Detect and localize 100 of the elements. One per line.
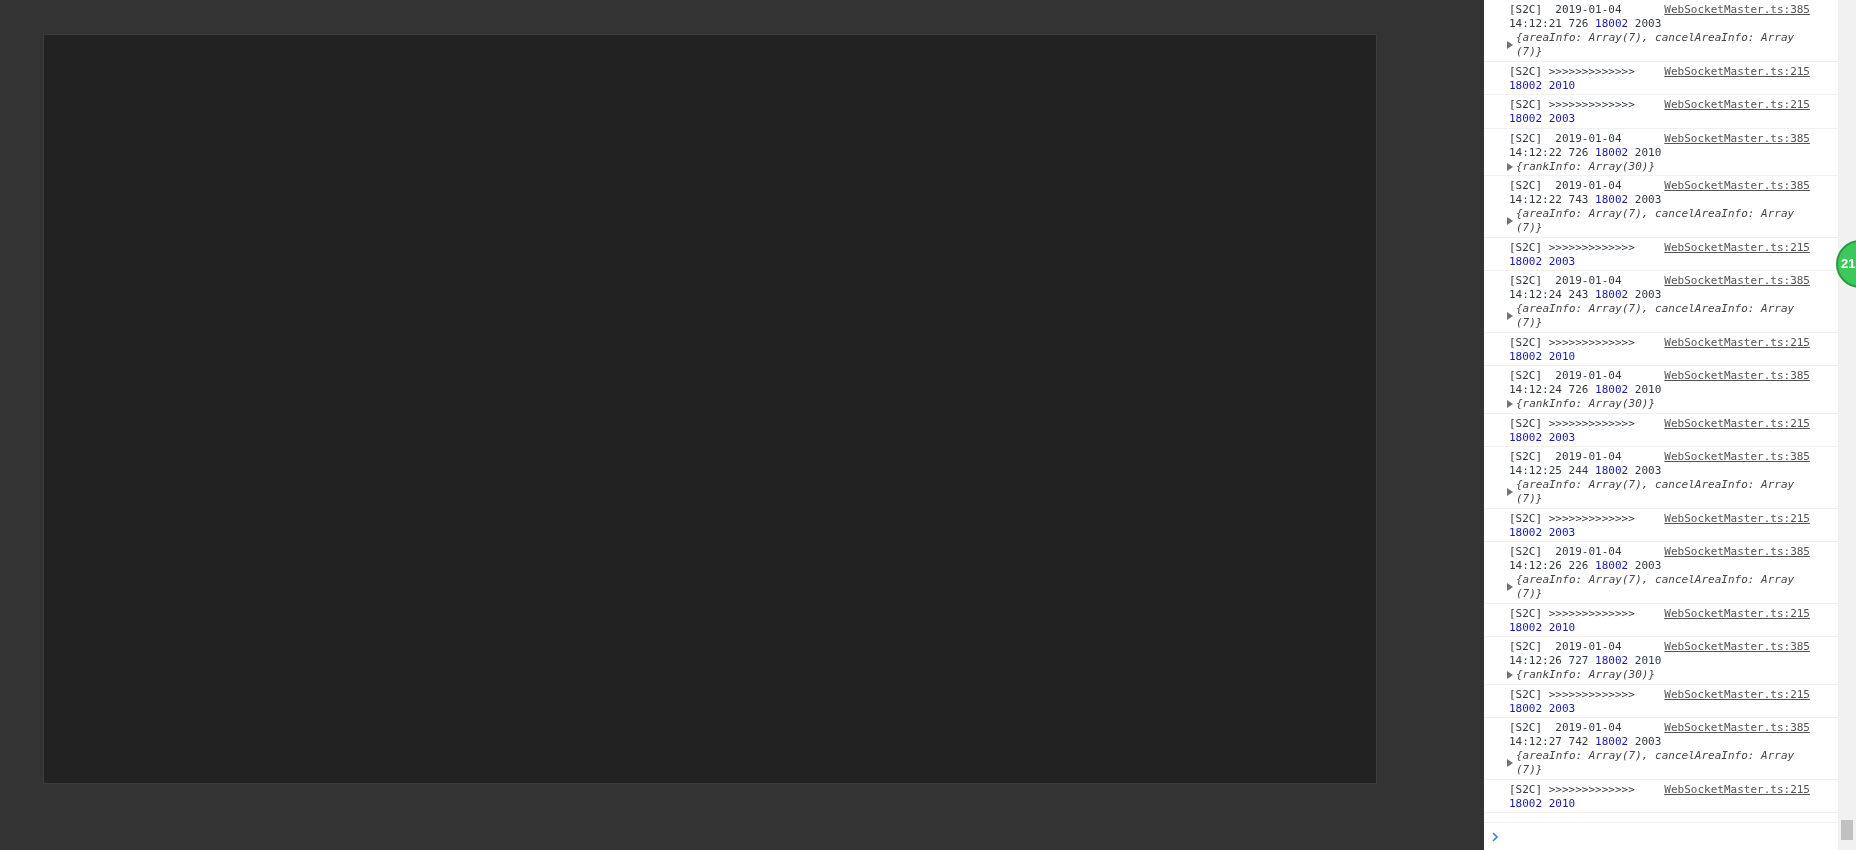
- log-number: 2003: [1548, 525, 1576, 540]
- log-number: 2010: [1548, 349, 1576, 364]
- log-message: [S2C] 2019-01-04: [1509, 3, 1622, 17]
- source-link[interactable]: WebSocketMaster.ts:385: [1664, 274, 1810, 288]
- source-link[interactable]: WebSocketMaster.ts:215: [1664, 335, 1810, 350]
- object-preview[interactable]: {areaInfo: Array(7), cancelAreaInfo: Array (7)}: [1516, 573, 1800, 601]
- log-message: [S2C] >>>>>>>>>>>>>: [1509, 606, 1635, 621]
- source-link[interactable]: WebSocketMaster.ts:385: [1664, 3, 1810, 17]
- log-message: [S2C] >>>>>>>>>>>>>: [1509, 782, 1635, 797]
- source-link[interactable]: WebSocketMaster.ts:215: [1664, 606, 1810, 621]
- log-timestamp: 14:12:27 742: [1509, 735, 1589, 749]
- log-message: [S2C] >>>>>>>>>>>>>: [1509, 240, 1635, 255]
- log-number: 18002: [1595, 288, 1629, 302]
- scrollbar-thumb[interactable]: [1841, 820, 1853, 840]
- log-number: 2003: [1634, 464, 1662, 478]
- expand-triangle-icon[interactable]: [1507, 162, 1513, 171]
- source-link[interactable]: WebSocketMaster.ts:385: [1664, 640, 1810, 654]
- object-preview[interactable]: {areaInfo: Array(7), cancelAreaInfo: Array (7)}: [1516, 31, 1800, 59]
- expand-triangle-icon[interactable]: [1507, 41, 1513, 49]
- log-number: 2010: [1548, 796, 1576, 811]
- log-number: 18002: [1595, 559, 1629, 573]
- object-preview[interactable]: {areaInfo: Array(7), cancelAreaInfo: Array (7)}: [1516, 207, 1800, 235]
- log-message: [S2C] 2019-01-04: [1509, 274, 1622, 288]
- source-link[interactable]: WebSocketMaster.ts:385: [1664, 369, 1810, 383]
- log-number: 18002: [1509, 796, 1543, 811]
- log-number: 18002: [1509, 78, 1543, 93]
- log-message: [S2C] 2019-01-04: [1509, 131, 1622, 146]
- source-link[interactable]: WebSocketMaster.ts:215: [1664, 240, 1810, 255]
- log-message: [S2C] 2019-01-04: [1509, 450, 1622, 464]
- log-message: [S2C] >>>>>>>>>>>>>: [1509, 687, 1635, 702]
- log-number: 18002: [1595, 464, 1629, 478]
- object-preview[interactable]: {areaInfo: Array(7), cancelAreaInfo: Array (7)}: [1516, 302, 1800, 330]
- log-timestamp: 14:12:26 226: [1509, 559, 1589, 573]
- log-message: [S2C] >>>>>>>>>>>>>: [1509, 98, 1635, 112]
- log-number: 2003: [1548, 254, 1576, 269]
- log-timestamp: 14:12:24 726: [1509, 383, 1589, 397]
- log-message: [S2C] >>>>>>>>>>>>>: [1509, 416, 1635, 431]
- expand-triangle-icon[interactable]: [1507, 583, 1513, 591]
- log-number: 2003: [1548, 430, 1576, 445]
- log-number: 2010: [1548, 78, 1576, 93]
- log-number: 18002: [1509, 525, 1543, 540]
- log-number: 18002: [1595, 735, 1629, 749]
- log-number: 2010: [1548, 620, 1576, 635]
- log-number: 18002: [1509, 254, 1543, 269]
- log-number: 18002: [1509, 112, 1543, 126]
- log-timestamp: 14:12:22 743: [1509, 193, 1589, 207]
- log-message: [S2C] >>>>>>>>>>>>>: [1509, 335, 1635, 350]
- prompt-chevron-icon: [1492, 831, 1499, 842]
- expand-triangle-icon[interactable]: [1507, 312, 1513, 320]
- log-number: 2003: [1548, 112, 1576, 126]
- log-timestamp: 14:12:22 726: [1509, 145, 1589, 160]
- log-number: 18002: [1595, 654, 1629, 668]
- source-link[interactable]: WebSocketMaster.ts:385: [1664, 450, 1810, 464]
- log-message: [S2C] 2019-01-04: [1509, 721, 1622, 735]
- log-number: 18002: [1595, 145, 1629, 160]
- object-preview[interactable]: {areaInfo: Array(7), cancelAreaInfo: Array (7)}: [1516, 478, 1800, 506]
- log-number: 2003: [1634, 193, 1662, 207]
- expand-triangle-icon[interactable]: [1507, 671, 1513, 679]
- source-link[interactable]: WebSocketMaster.ts:215: [1664, 64, 1810, 79]
- log-message: [S2C] >>>>>>>>>>>>>: [1509, 511, 1635, 526]
- log-number: 2010: [1634, 145, 1662, 160]
- log-number: 18002: [1509, 620, 1543, 635]
- source-link[interactable]: WebSocketMaster.ts:385: [1664, 721, 1810, 735]
- log-number: 18002: [1595, 17, 1629, 31]
- log-number: 2003: [1634, 288, 1662, 302]
- expand-triangle-icon[interactable]: [1507, 488, 1513, 496]
- log-number: 18002: [1509, 701, 1543, 716]
- log-message: [S2C] 2019-01-04: [1509, 369, 1622, 383]
- log-number: 18002: [1595, 193, 1629, 207]
- object-preview[interactable]: {rankInfo: Array(30)}: [1516, 668, 1800, 682]
- log-number: 2003: [1548, 701, 1576, 716]
- log-number: 2010: [1634, 383, 1662, 397]
- log-number: 2010: [1634, 654, 1662, 668]
- source-link[interactable]: WebSocketMaster.ts:215: [1664, 416, 1810, 431]
- log-message: [S2C] >>>>>>>>>>>>>: [1509, 64, 1635, 79]
- log-message: [S2C] 2019-01-04: [1509, 640, 1622, 654]
- log-message: [S2C] 2019-01-04: [1509, 545, 1622, 559]
- log-timestamp: 14:12:25 244: [1509, 464, 1589, 478]
- expand-triangle-icon[interactable]: [1507, 217, 1513, 225]
- source-link[interactable]: WebSocketMaster.ts:215: [1664, 782, 1810, 797]
- log-timestamp: 14:12:24 243: [1509, 288, 1589, 302]
- log-number: 18002: [1509, 430, 1543, 445]
- log-number: 2003: [1634, 735, 1662, 749]
- log-timestamp: 14:12:21 726: [1509, 17, 1589, 31]
- object-preview[interactable]: {areaInfo: Array(7), cancelAreaInfo: Array (7)}: [1516, 749, 1800, 777]
- source-link[interactable]: WebSocketMaster.ts:385: [1664, 179, 1810, 193]
- log-number: 2003: [1634, 17, 1662, 31]
- expand-triangle-icon[interactable]: [1507, 759, 1513, 767]
- log-number: 18002: [1509, 349, 1543, 364]
- source-link[interactable]: WebSocketMaster.ts:215: [1664, 511, 1810, 526]
- source-link[interactable]: WebSocketMaster.ts:215: [1664, 687, 1810, 702]
- log-number: 2003: [1634, 559, 1662, 573]
- expand-triangle-icon[interactable]: [1507, 400, 1513, 408]
- log-number: 18002: [1595, 383, 1629, 397]
- log-message: [S2C] 2019-01-04: [1509, 179, 1622, 193]
- object-preview[interactable]: {rankInfo: Array(30)}: [1516, 397, 1800, 411]
- source-link[interactable]: WebSocketMaster.ts:385: [1664, 545, 1810, 559]
- object-preview[interactable]: {rankInfo: Array(30)}: [1516, 159, 1800, 174]
- source-link[interactable]: WebSocketMaster.ts:215: [1664, 98, 1810, 112]
- source-link[interactable]: WebSocketMaster.ts:385: [1664, 131, 1810, 146]
